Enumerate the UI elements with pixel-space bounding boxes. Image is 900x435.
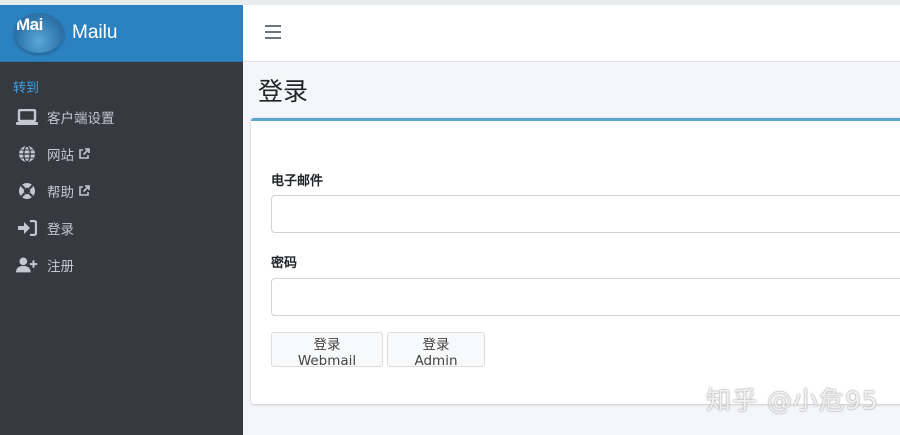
- password-label: 密码: [271, 256, 298, 271]
- sidebar-item-help[interactable]: 帮助: [0, 172, 243, 209]
- email-field[interactable]: [271, 195, 900, 233]
- login-card: 电子邮件 密码 登录 Webmail 登录 Admin: [251, 118, 900, 404]
- laptop-icon: [16, 108, 38, 126]
- sidebar-item-label: 客户端设置: [47, 110, 115, 127]
- nav-section-header: 转到: [13, 81, 40, 96]
- life-ring-icon: [16, 182, 38, 200]
- sidebar-item-client-setup[interactable]: 客户端设置: [0, 98, 243, 135]
- sign-in-icon: [16, 219, 38, 237]
- sidebar-item-website[interactable]: 网站: [0, 135, 243, 172]
- globe-icon: [16, 145, 38, 163]
- login-admin-button[interactable]: 登录 Admin: [387, 332, 485, 369]
- watermark: 知乎 @小危95: [706, 386, 879, 415]
- brand-name: Mailu: [72, 22, 118, 43]
- external-link-icon: [78, 184, 90, 197]
- password-field[interactable]: [271, 278, 900, 316]
- external-link-icon: [78, 147, 90, 160]
- sidebar-item-login[interactable]: 登录: [0, 209, 243, 246]
- mailu-logo: Mai: [14, 13, 64, 53]
- hamburger-icon[interactable]: [265, 25, 281, 41]
- logo-text: Mai: [16, 15, 43, 34]
- sidebar-item-label: 帮助: [47, 184, 74, 201]
- page-title: 登录: [258, 77, 309, 106]
- brand-link[interactable]: Mai Mailu: [0, 5, 243, 62]
- email-label: 电子邮件: [271, 174, 324, 189]
- sidebar-item-label: 注册: [47, 258, 74, 275]
- top-navbar: [243, 5, 900, 62]
- sidebar-item-label: 网站: [47, 147, 74, 164]
- sidebar-item-register[interactable]: 注册: [0, 246, 243, 283]
- login-webmail-button[interactable]: 登录 Webmail: [271, 332, 383, 369]
- sidebar: Mai Mailu 转到 客户端设置 网站 帮助 登录 注册: [0, 5, 243, 435]
- sidebar-item-label: 登录: [47, 221, 74, 238]
- user-plus-icon: [16, 256, 38, 274]
